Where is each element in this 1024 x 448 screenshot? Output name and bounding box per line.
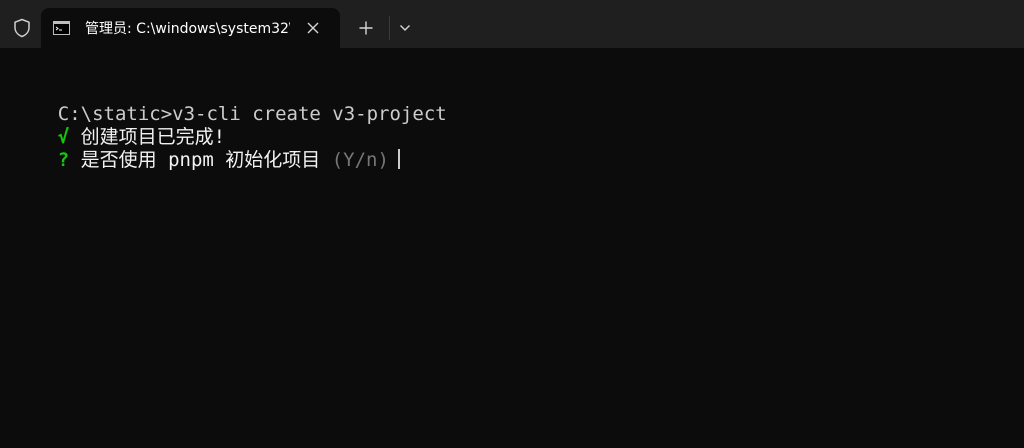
text-cursor	[397, 149, 400, 169]
close-icon[interactable]	[303, 18, 323, 38]
tab-dropdown-button[interactable]	[392, 14, 418, 42]
shield-icon	[8, 14, 36, 42]
prompt-hint: (Y/n)	[320, 149, 389, 171]
terminal-line-success: √ 创建项目已完成!	[12, 103, 225, 148]
chevron-down-icon	[400, 25, 410, 31]
question-mark-icon: ?	[57, 149, 70, 171]
plus-icon	[359, 21, 373, 35]
tab-separator	[389, 16, 390, 40]
tab-cmd[interactable]: 管理员: C:\windows\system32\cmd.exe	[41, 8, 340, 48]
terminal-output[interactable]: C:\static>v3-cli create v3-project √ 创建项…	[0, 48, 1024, 448]
new-tab-button[interactable]	[352, 14, 380, 42]
terminal-line-command: C:\static>v3-cli create v3-project	[12, 80, 447, 125]
terminal-line-prompt: ? 是否使用 pnpm 初始化项目 (Y/n)	[12, 126, 400, 171]
tab-bar: 管理员: C:\windows\system32\cmd.exe	[0, 0, 1024, 48]
prompt-question: 是否使用 pnpm 初始化项目	[69, 149, 321, 171]
cmd-icon	[53, 20, 70, 35]
tab-title: 管理员: C:\windows\system32\cmd.exe	[85, 21, 290, 37]
